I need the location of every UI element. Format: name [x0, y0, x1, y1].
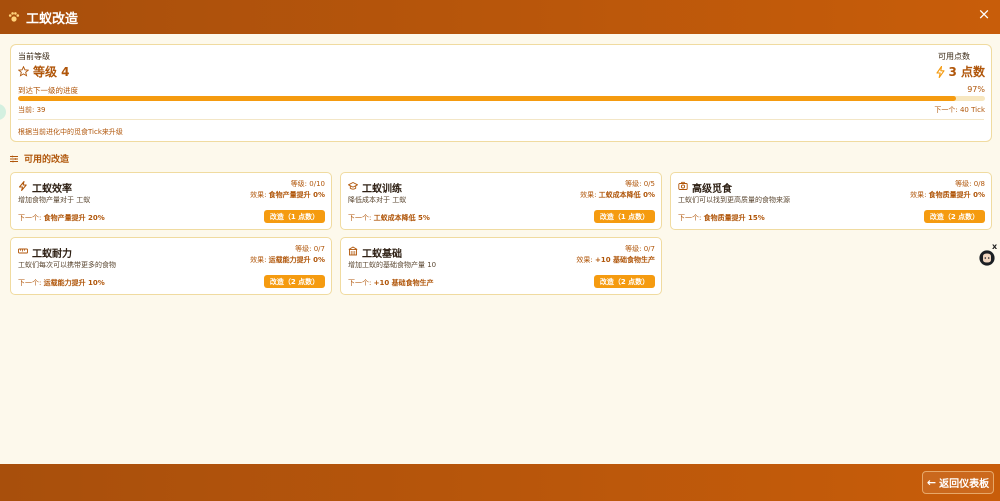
- lightning-icon: [19, 181, 27, 191]
- card-description: 增加工蚁的基础食物产量 10: [348, 261, 437, 269]
- next-value: 食物质量提升 15%: [703, 214, 765, 222]
- card-next: 下一个: 食物质量提升 15%: [678, 213, 765, 223]
- upgrade-card-worker-base: 工蚁基础 增加工蚁的基础食物产量 10 等级: 0/7 效果: +10 基础食物…: [340, 237, 662, 295]
- building-icon: [348, 246, 358, 256]
- effect-value: 食物质量提升 0%: [928, 191, 985, 199]
- upgrade-card-advanced-foraging: 高级觅食 工蚁们可以找到更高质量的食物来源 等级: 0/8 效果: 食物质量提升…: [670, 172, 992, 230]
- current-level-value: 等级 4: [18, 63, 70, 80]
- next-value: 工蚁成本降低 5%: [373, 214, 430, 222]
- effect-prefix: 效果:: [250, 256, 269, 264]
- card-effect: 效果: 工蚁成本降低 0%: [580, 190, 655, 200]
- effect-value: +10 基础食物生产: [594, 256, 655, 264]
- card-title: 工蚁训练: [362, 184, 402, 195]
- section-title: 可用的改造: [10, 152, 69, 165]
- card-title: 工蚁基础: [362, 249, 402, 260]
- app-header: 工蚁改造 ×: [0, 0, 1000, 34]
- card-next: 下一个: 食物产量提升 20%: [18, 213, 105, 223]
- effect-prefix: 效果:: [576, 256, 595, 264]
- effect-value: 食物产量提升 0%: [268, 191, 325, 199]
- card-effect: 效果: 食物质量提升 0%: [910, 190, 985, 200]
- card-next: 下一个: 工蚁成本降低 5%: [348, 213, 430, 223]
- card-title: 工蚁耐力: [32, 249, 72, 260]
- card-next: 下一个: +10 基础食物生产: [348, 278, 434, 288]
- upgrade-button[interactable]: 改造（2 点数）: [924, 210, 985, 223]
- camera-icon: [678, 181, 688, 190]
- card-description: 工蚁们可以找到更高质量的食物来源: [678, 196, 790, 204]
- ruler-icon: [18, 248, 28, 254]
- effect-value: 运载能力提升 0%: [268, 256, 325, 264]
- upgrade-card-worker-efficiency: 工蚁效率 增加食物产量对于 工蚁 等级: 0/10 效果: 食物产量提升 0% …: [10, 172, 332, 230]
- upgrade-button[interactable]: 改造（2 点数）: [594, 275, 655, 288]
- progress-label: 到达下一级的进度: [18, 86, 78, 95]
- points-label: 可用点数: [938, 52, 970, 61]
- card-effect: 效果: 食物产量提升 0%: [250, 190, 325, 200]
- octocat-icon[interactable]: [979, 250, 995, 266]
- star-icon: [18, 66, 29, 77]
- progress-bar: [18, 96, 985, 101]
- upgrade-button[interactable]: 改造（1 点数）: [594, 210, 655, 223]
- next-value: 食物产量提升 20%: [43, 214, 105, 222]
- next-prefix: 下一个:: [348, 279, 374, 287]
- card-level: 等级: 0/10: [290, 180, 325, 188]
- level-card: 当前等级 等级 4 可用点数 3 点数 到达下一级的进度 97% 当前: 39 …: [10, 44, 992, 142]
- level-text: 等级 4: [33, 65, 70, 79]
- next-value: +10 基础食物生产: [373, 279, 434, 287]
- close-icon[interactable]: ×: [976, 7, 992, 22]
- progress-percent: 97%: [967, 85, 985, 94]
- next-prefix: 下一个:: [678, 214, 704, 222]
- upgrade-card-worker-stamina: 工蚁耐力 工蚁们每次可以携带更多的食物 等级: 0/7 效果: 运载能力提升 0…: [10, 237, 332, 295]
- card-description: 降低成本对于 工蚁: [348, 196, 407, 204]
- next-prefix: 下一个:: [348, 214, 374, 222]
- page-title: 工蚁改造: [26, 11, 79, 27]
- upgrade-button[interactable]: 改造（1 点数）: [264, 210, 325, 223]
- progress-next: 下一个: 40 Tick: [934, 106, 985, 114]
- app-footer: ← 返回仪表板: [0, 464, 1000, 501]
- card-level: 等级: 0/8: [955, 180, 985, 188]
- card-effect: 效果: +10 基础食物生产: [576, 255, 655, 265]
- card-description: 工蚁们每次可以携带更多的食物: [18, 261, 116, 269]
- next-value: 运载能力提升 10%: [43, 279, 105, 287]
- card-next: 下一个: 运载能力提升 10%: [18, 278, 105, 288]
- next-prefix: 下一个:: [18, 214, 44, 222]
- points-value: 3 点数: [936, 63, 985, 80]
- card-title: 工蚁效率: [32, 184, 72, 195]
- divider: [18, 119, 984, 120]
- arrow-left-icon: ←: [926, 476, 937, 489]
- next-prefix: 下一个:: [18, 279, 44, 287]
- section-title-text: 可用的改造: [24, 155, 70, 165]
- effect-prefix: 效果:: [250, 191, 269, 199]
- paw-icon: [8, 11, 20, 23]
- effect-prefix: 效果:: [910, 191, 929, 199]
- effect-value: 工蚁成本降低 0%: [598, 191, 655, 199]
- effect-prefix: 效果:: [580, 191, 599, 199]
- side-indicator: [0, 104, 6, 120]
- back-button-label: 返回仪表板: [939, 479, 990, 490]
- card-level: 等级: 0/7: [625, 245, 655, 253]
- upgrade-button[interactable]: 改造（2 点数）: [264, 275, 325, 288]
- card-title: 高级觅食: [692, 184, 732, 195]
- lightning-icon: [936, 65, 946, 78]
- card-level: 等级: 0/5: [625, 180, 655, 188]
- card-effect: 效果: 运载能力提升 0%: [250, 255, 325, 265]
- graduation-cap-icon: [348, 182, 358, 190]
- back-to-dashboard-button[interactable]: ← 返回仪表板: [922, 471, 994, 494]
- level-note: 根据当前进化中的觅食Tick来升级: [18, 128, 123, 136]
- card-level: 等级: 0/7: [295, 245, 325, 253]
- progress-current: 当前: 39: [18, 106, 46, 114]
- progress-fill: [18, 96, 956, 101]
- card-description: 增加食物产量对于 工蚁: [18, 196, 91, 204]
- upgrade-card-worker-training: 工蚁训练 降低成本对于 工蚁 等级: 0/5 效果: 工蚁成本降低 0% 下一个…: [340, 172, 662, 230]
- points-text: 3 点数: [948, 65, 985, 79]
- current-level-label: 当前等级: [18, 52, 50, 61]
- sliders-icon: [10, 155, 18, 162]
